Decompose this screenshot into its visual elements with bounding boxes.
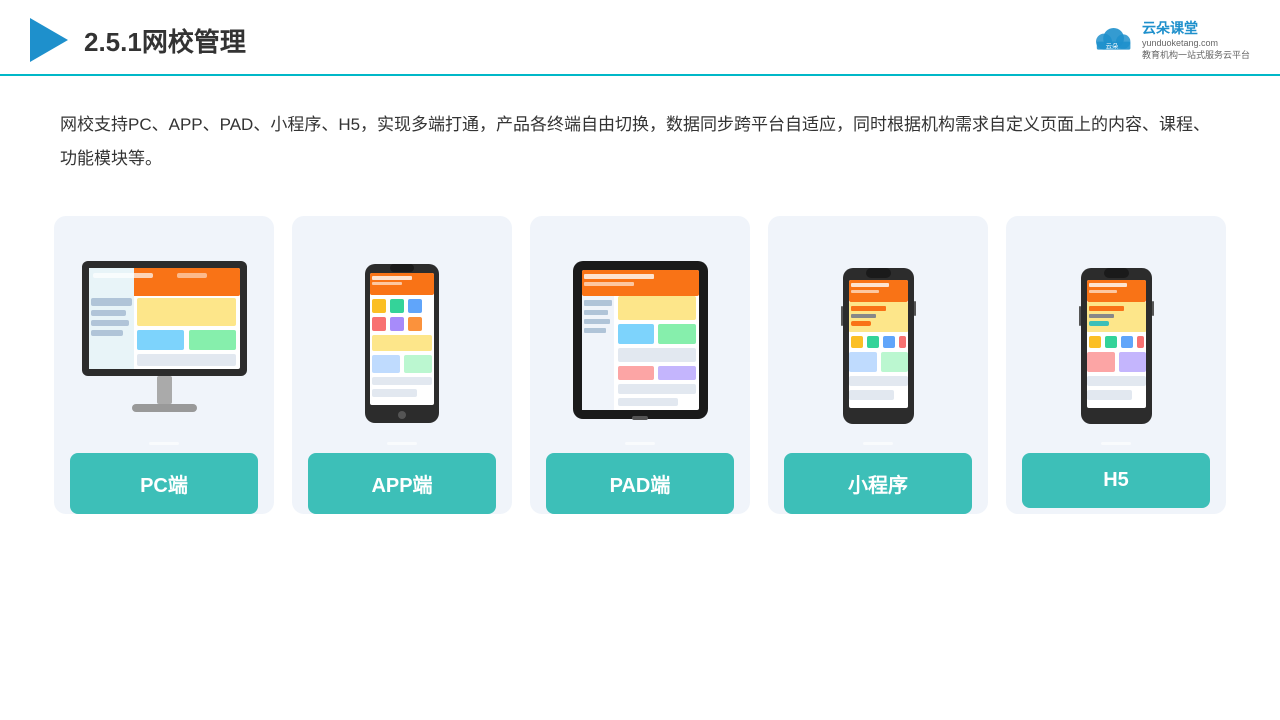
app-phone-icon — [362, 261, 442, 426]
page-header: 2.5.1网校管理 云朵 云朵课堂 yunduoketang.com 教育机构一… — [0, 0, 1280, 76]
page-title: 2.5.1网校管理 — [84, 22, 246, 59]
miniapp-label-bar — [863, 442, 893, 445]
svg-text:云朵: 云朵 — [1106, 42, 1119, 50]
pc-monitor-icon — [77, 256, 252, 426]
app-image-area — [362, 236, 442, 426]
miniapp-phone-icon — [841, 266, 916, 426]
brand-url: yunduoketang.com — [1142, 38, 1218, 50]
app-label: APP端 — [308, 453, 496, 514]
pad-label-bar — [625, 442, 655, 445]
card-pad: PAD端 — [530, 216, 750, 514]
miniapp-image-area — [841, 236, 916, 426]
pad-label: PAD端 — [546, 453, 734, 514]
pad-image-area — [568, 236, 713, 426]
brand-text: 云朵课堂 yunduoketang.com 教育机构一站式服务云平台 — [1142, 18, 1250, 61]
cards-container: PC端 — [0, 196, 1280, 534]
page-description: 网校支持PC、APP、PAD、小程序、H5，实现多端打通，产品各终端自由切换，数… — [0, 76, 1280, 196]
pc-image-area — [77, 236, 252, 426]
header-left: 2.5.1网校管理 — [30, 18, 246, 62]
miniapp-label: 小程序 — [784, 453, 972, 514]
h5-label: H5 — [1022, 453, 1210, 508]
logo-triangle-icon — [30, 18, 68, 62]
header-right: 云朵 云朵课堂 yunduoketang.com 教育机构一站式服务云平台 — [1088, 18, 1250, 61]
card-miniapp: 小程序 — [768, 216, 988, 514]
brand-logo: 云朵 云朵课堂 yunduoketang.com 教育机构一站式服务云平台 — [1088, 18, 1250, 61]
cloud-icon: 云朵 — [1088, 24, 1136, 56]
pc-label-bar — [149, 442, 179, 445]
card-app: APP端 — [292, 216, 512, 514]
h5-phone-icon — [1079, 266, 1154, 426]
app-label-bar — [387, 442, 417, 445]
card-pc: PC端 — [54, 216, 274, 514]
pad-tablet-icon — [568, 256, 713, 426]
h5-image-area — [1079, 236, 1154, 426]
pc-label: PC端 — [70, 453, 258, 514]
h5-label-bar — [1101, 442, 1131, 445]
card-h5: H5 — [1006, 216, 1226, 514]
brand-name: 云朵课堂 — [1142, 18, 1198, 38]
brand-tagline: 教育机构一站式服务云平台 — [1142, 50, 1250, 62]
